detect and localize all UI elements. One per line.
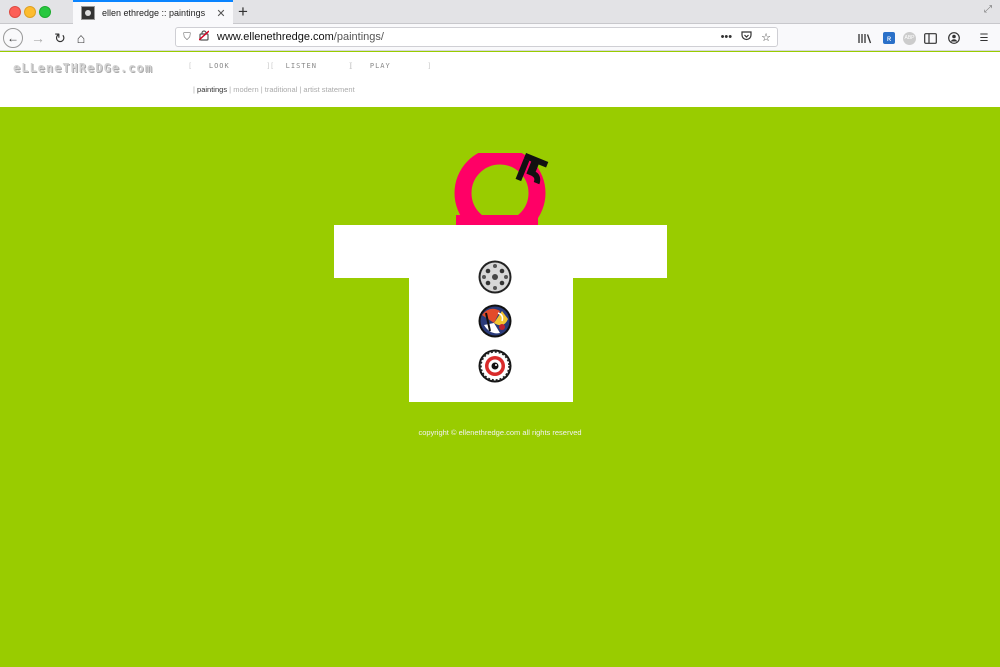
close-window-button[interactable]	[9, 6, 21, 18]
url-domain: www.ellenethredge.com	[217, 31, 334, 43]
insecure-lock-icon[interactable]	[197, 30, 211, 44]
url-path: /paintings/	[333, 31, 384, 43]
nav-play[interactable]: [ PLAY ]	[349, 62, 432, 70]
nav-look[interactable]: [ LOOK ]	[188, 62, 271, 70]
new-tab-button[interactable]: +	[234, 2, 252, 22]
adblock-icon[interactable]: ABP	[903, 31, 916, 45]
library-icon[interactable]	[855, 29, 875, 47]
painting-thumbnail-1[interactable]	[478, 260, 512, 294]
menu-icon[interactable]: ☰	[974, 29, 994, 47]
shirt-artwork	[334, 153, 667, 402]
home-icon[interactable]: ⌂	[71, 28, 91, 48]
tab-title: ellen ethredge :: paintings	[102, 8, 206, 18]
navigation-toolbar: ← → ↻ ⌂ ⛉ www.ellenethredge.com/painting…	[0, 24, 1000, 51]
back-icon[interactable]: ←	[3, 28, 23, 48]
nav-play-label: PLAY	[369, 62, 391, 70]
url-bar[interactable]: ⛉ www.ellenethredge.com/paintings/ ••• ☆	[175, 27, 778, 47]
nav-listen[interactable]: [ LISTEN ]	[270, 62, 353, 70]
sub-navigation: | paintings | modern | traditional | art…	[193, 85, 355, 94]
copyright-text: copyright © ellenethredge.com all rights…	[418, 428, 582, 437]
reload-icon[interactable]: ↻	[50, 28, 70, 48]
site-header: eLLeneTHReDGe.com [ LOOK ] [ LISTEN ] [ …	[0, 52, 1000, 107]
nav-look-label: LOOK	[208, 62, 230, 70]
forward-icon[interactable]: →	[28, 28, 48, 48]
reader-icon[interactable]	[920, 29, 940, 47]
account-icon[interactable]	[944, 29, 964, 47]
subnav-artist-statement[interactable]: artist statement	[303, 85, 354, 94]
extension-icon[interactable]: ʀ	[883, 32, 895, 44]
subnav-paintings[interactable]: paintings	[197, 85, 227, 94]
browser-window: ellen ethredge :: paintings ✕ + ⤢ ← → ↻ …	[0, 0, 1000, 667]
bookmark-star-icon[interactable]: ☆	[761, 31, 771, 44]
active-tab[interactable]: ellen ethredge :: paintings ✕	[73, 0, 233, 24]
site-logo[interactable]: eLLeneTHReDGe.com	[13, 61, 153, 75]
subnav-modern[interactable]: modern	[233, 85, 258, 94]
fullscreen-icon[interactable]: ⤢	[984, 4, 992, 15]
minimize-window-button[interactable]	[24, 6, 36, 18]
more-icon[interactable]: •••	[721, 31, 733, 43]
painting-thumbnail-2[interactable]	[478, 304, 512, 338]
painting-thumbnail-3[interactable]	[478, 349, 512, 383]
url-text[interactable]: www.ellenethredge.com/paintings/	[217, 31, 721, 43]
close-tab-icon[interactable]: ✕	[213, 7, 229, 20]
tab-strip: ellen ethredge :: paintings ✕ + ⤢	[0, 0, 1000, 24]
pocket-icon[interactable]	[741, 30, 752, 44]
page-content: copyright © ellenethredge.com all rights…	[0, 107, 1000, 667]
zoom-window-button[interactable]	[39, 6, 51, 18]
nav-listen-label: LISTEN	[285, 62, 317, 70]
subnav-traditional[interactable]: traditional	[265, 85, 298, 94]
shield-icon[interactable]: ⛉	[180, 32, 194, 43]
favicon-icon	[81, 6, 95, 20]
